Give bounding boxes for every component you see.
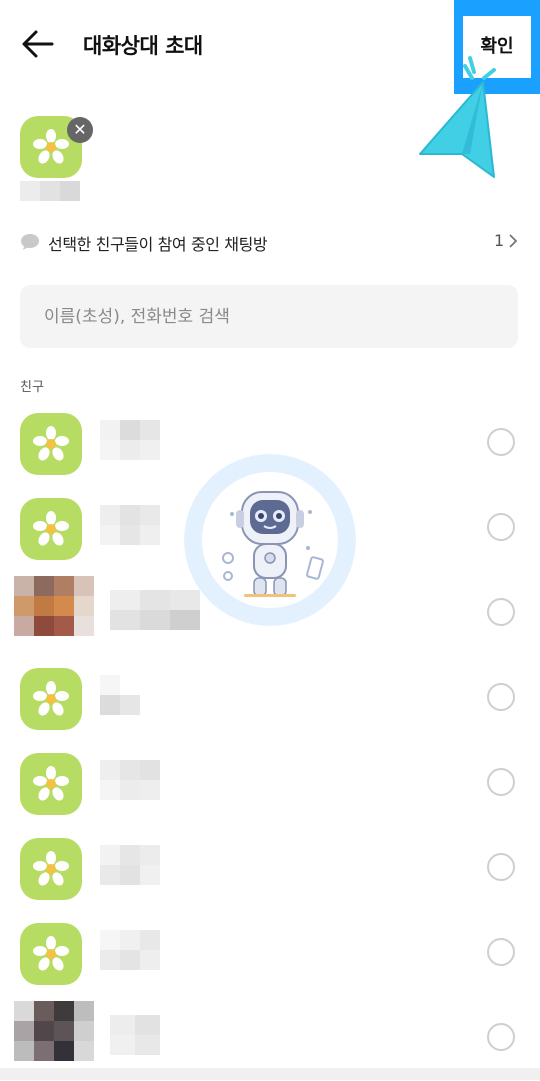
bottom-bar [0, 1068, 540, 1080]
friend-row[interactable] [0, 916, 540, 996]
friend-select-radio[interactable] [487, 598, 515, 626]
shared-chatrooms-count[interactable]: 1 [494, 231, 504, 250]
friend-avatar [20, 838, 82, 900]
friend-avatar [20, 668, 82, 730]
remove-selected-button[interactable]: ✕ [67, 117, 93, 143]
flower-icon [33, 766, 69, 801]
friend-photo-avatar [14, 576, 110, 638]
friend-row[interactable] [0, 746, 540, 826]
flower-icon [33, 681, 69, 716]
friend-avatar [20, 923, 82, 985]
search-input[interactable] [20, 285, 518, 348]
back-arrow-icon[interactable] [20, 26, 56, 62]
friend-select-radio[interactable] [487, 513, 515, 541]
page-title: 대화상대 초대 [83, 34, 203, 58]
friend-avatar [20, 413, 82, 475]
friend-photo-avatar [14, 1001, 110, 1063]
flower-icon [33, 936, 69, 971]
friend-select-radio[interactable] [487, 428, 515, 456]
friend-select-radio[interactable] [487, 1023, 515, 1051]
chevron-right-icon[interactable] [508, 233, 518, 249]
friend-avatar [20, 753, 82, 815]
friend-row[interactable] [0, 831, 540, 911]
friend-avatar [20, 498, 82, 560]
pointer-cursor-icon [419, 56, 496, 178]
friend-select-radio[interactable] [487, 768, 515, 796]
flower-icon [33, 129, 69, 164]
flower-icon [33, 851, 69, 886]
friend-row[interactable] [0, 661, 540, 741]
selected-friend-name-redacted [20, 181, 80, 201]
shared-chatrooms-label[interactable]: 선택한 친구들이 참여 중인 채팅방 [48, 231, 268, 255]
friend-select-radio[interactable] [487, 853, 515, 881]
friends-section-label: 친구 [20, 380, 44, 395]
robot-watermark-image [184, 454, 356, 626]
flower-icon [33, 511, 69, 546]
friend-select-radio[interactable] [487, 938, 515, 966]
flower-icon [33, 426, 69, 461]
speech-bubble-icon [21, 234, 39, 250]
friend-select-radio[interactable] [487, 683, 515, 711]
